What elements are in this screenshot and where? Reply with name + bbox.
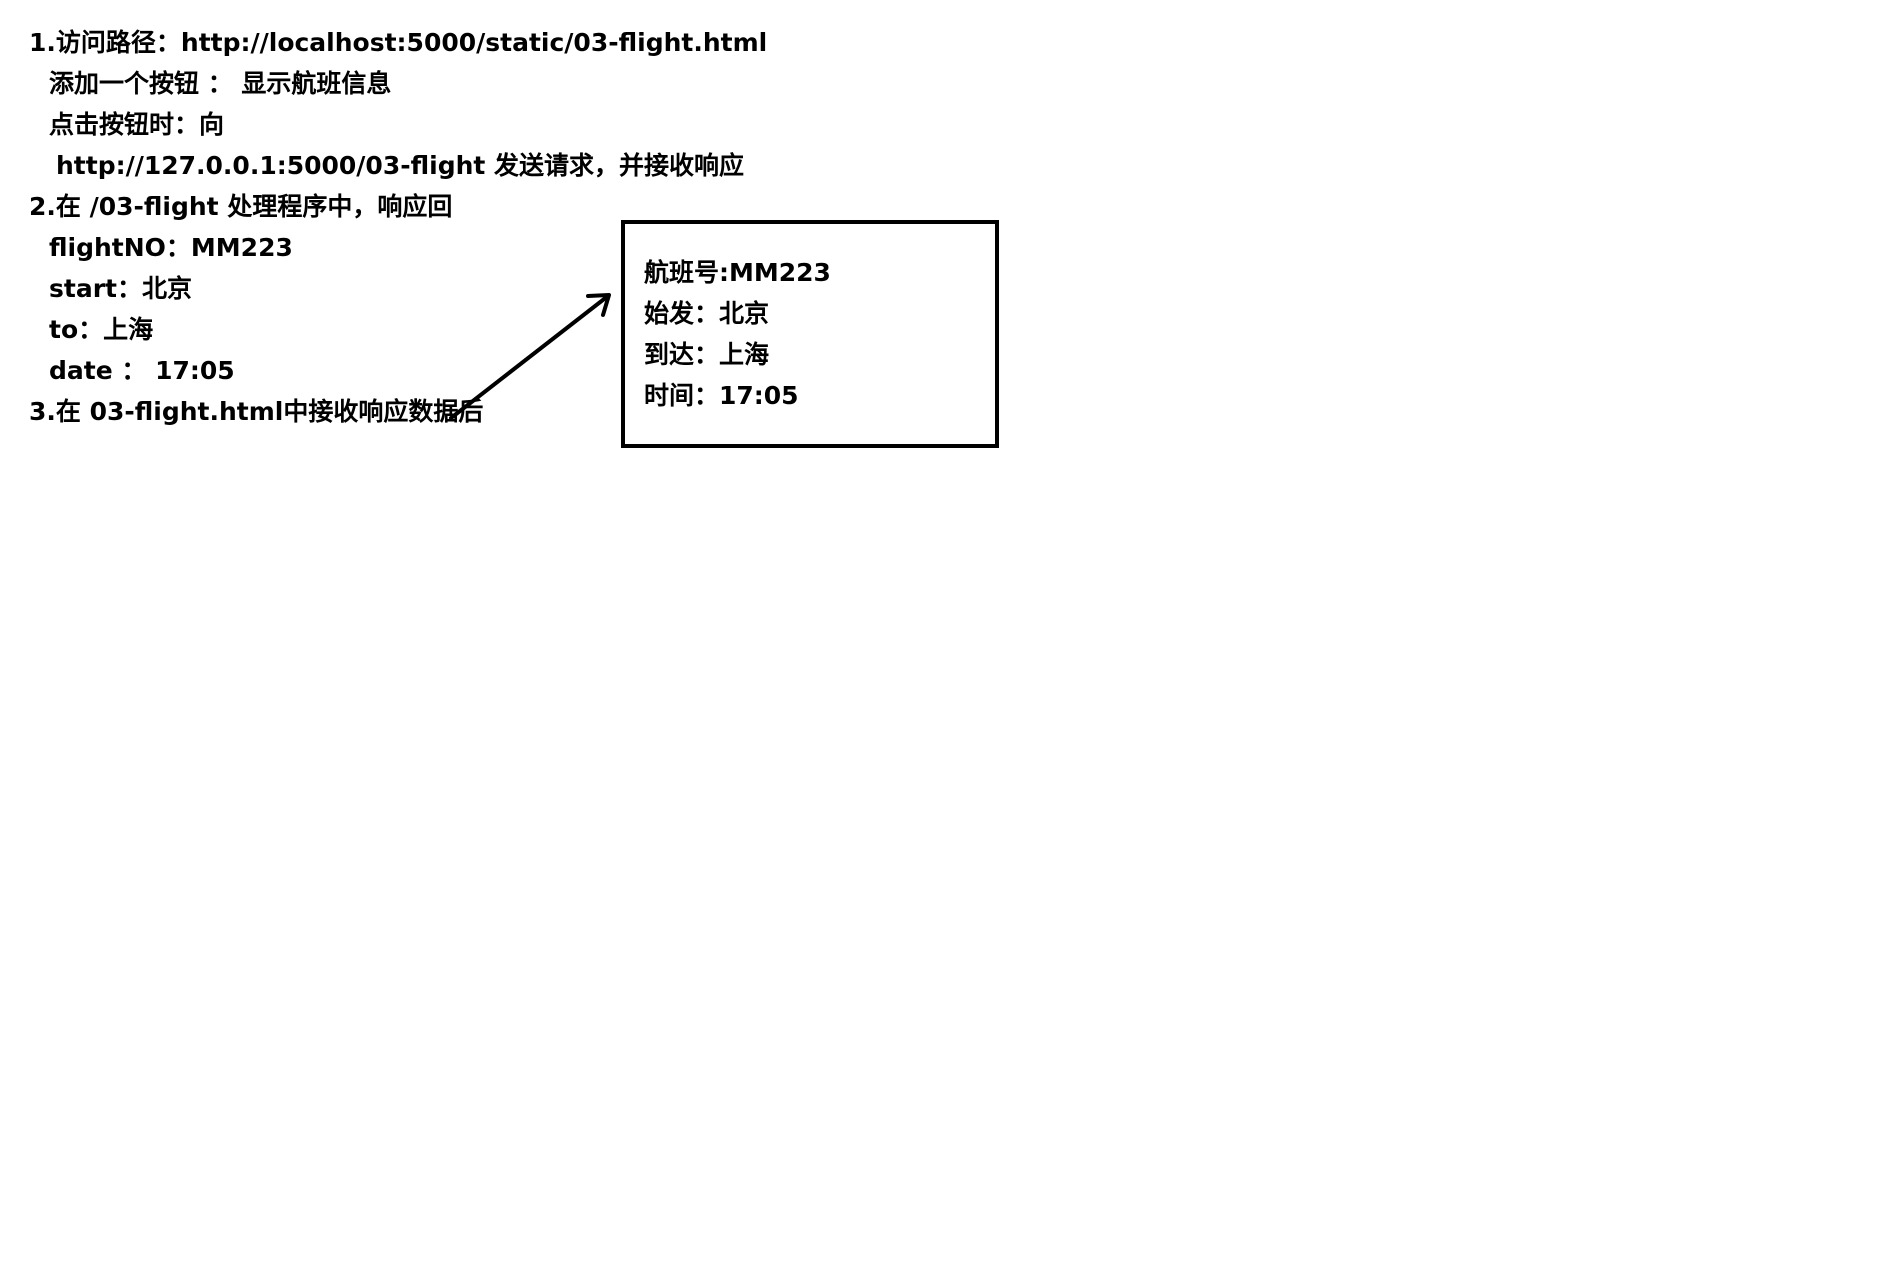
departure-text: 始发：北京: [644, 299, 770, 328]
time-text: 时间：17:05: [644, 381, 799, 410]
flight-info-box: 航班号:MM223 始发：北京 到达：上海 时间：17:05: [621, 220, 999, 448]
instruction-line: http://127.0.0.1:5000/03-flight 发送请求，并接收…: [56, 151, 745, 180]
flight-number-text: 航班号:MM223: [644, 258, 831, 287]
instruction-line: 1.访问路径：http://localhost:5000/static/03-f…: [29, 28, 768, 57]
arrival-text: 到达：上海: [644, 340, 770, 369]
instruction-line: 添加一个按钮 ： 显示航班信息: [49, 69, 392, 98]
instruction-line: 点击按钮时：向: [49, 110, 225, 139]
